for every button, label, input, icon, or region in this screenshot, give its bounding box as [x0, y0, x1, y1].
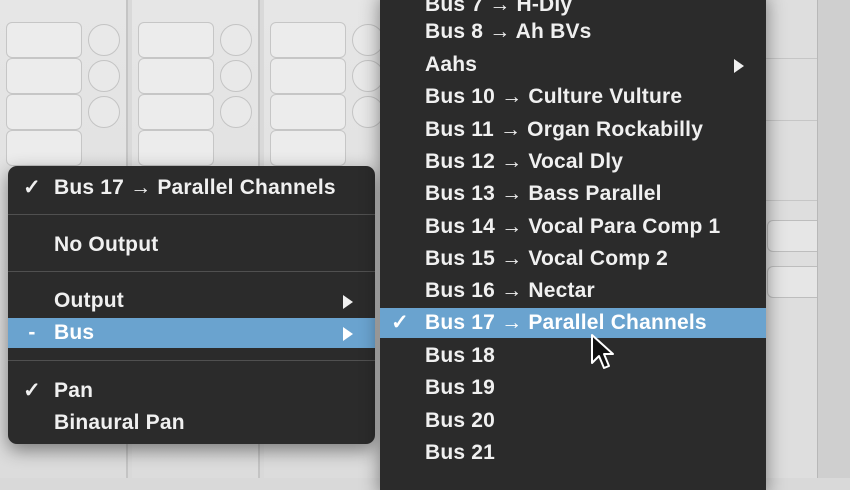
- menu-item-label: Bus 17 → Parallel Channels: [54, 176, 336, 199]
- menu-item-label: Bus 14 → Vocal Para Comp 1: [425, 215, 721, 238]
- output-context-menu: ✓ Bus 17 → Parallel Channels No Output O…: [8, 166, 375, 444]
- menu-item-no-output[interactable]: No Output: [8, 230, 375, 260]
- insert-slot[interactable]: [6, 58, 82, 94]
- right-panel: [760, 0, 850, 478]
- menu-item-label: Bus 20: [425, 409, 496, 432]
- bus-menu-item[interactable]: Bus 15 → Vocal Comp 2: [380, 244, 766, 274]
- mouse-pointer-icon: [591, 334, 614, 369]
- menu-item-label: Bus 11 → Organ Rockabilly: [425, 118, 704, 141]
- menu-item-label: Bus 15 → Vocal Comp 2: [425, 247, 669, 270]
- insert-slot[interactable]: [138, 94, 214, 130]
- bus-menu-item[interactable]: Bus 8 → Ah BVs: [380, 17, 766, 47]
- menu-item-label: Aahs: [425, 53, 478, 76]
- menu-item-label: Bus 21: [425, 441, 496, 464]
- insert-slot[interactable]: [138, 22, 214, 58]
- knob[interactable]: [220, 24, 252, 56]
- menu-item-label: Bus 13 → Bass Parallel: [425, 182, 662, 205]
- menu-item-current-bus[interactable]: ✓ Bus 17 → Parallel Channels: [8, 173, 375, 203]
- bus-submenu: Bus 7 → H-Dly Bus 8 → Ah BVs Aahs Bus 10…: [380, 0, 766, 490]
- menu-item-label: Output: [54, 289, 125, 312]
- bus-menu-item[interactable]: Bus 14 → Vocal Para Comp 1: [380, 212, 766, 242]
- insert-slot[interactable]: [138, 58, 214, 94]
- checkmark-icon: ✓: [391, 311, 409, 334]
- insert-slot[interactable]: [270, 22, 346, 58]
- bus-menu-item[interactable]: Bus 20: [380, 406, 766, 436]
- bus-menu-item-aahs[interactable]: Aahs: [380, 50, 766, 80]
- insert-slot[interactable]: [270, 130, 346, 166]
- knob[interactable]: [88, 96, 120, 128]
- bus-menu-item[interactable]: Bus 10 → Culture Vulture: [380, 82, 766, 112]
- checkmark-icon: ✓: [23, 176, 41, 199]
- insert-slot[interactable]: [270, 58, 346, 94]
- knob[interactable]: [88, 24, 120, 56]
- menu-separator: [8, 214, 375, 215]
- chevron-right-icon: [343, 295, 353, 309]
- menu-item-label: Bus 19: [425, 376, 496, 399]
- menu-separator: [8, 360, 375, 361]
- bus-menu-item[interactable]: Bus 12 → Vocal Dly: [380, 147, 766, 177]
- scroll-area: [817, 0, 850, 478]
- checkmark-icon: ✓: [23, 379, 41, 402]
- menu-item-label: Bus 18: [425, 344, 496, 367]
- menu-item-label: Bus 8 → Ah BVs: [425, 20, 592, 43]
- menu-item-bus[interactable]: - Bus: [8, 318, 375, 348]
- bus-menu-item[interactable]: Bus 18: [380, 341, 766, 371]
- insert-slot[interactable]: [270, 94, 346, 130]
- insert-slot[interactable]: [6, 94, 82, 130]
- menu-item-output[interactable]: Output: [8, 286, 375, 316]
- menu-item-label: No Output: [54, 233, 159, 256]
- menu-item-label: Bus 10 → Culture Vulture: [425, 85, 683, 108]
- menu-item-label: Bus 12 → Vocal Dly: [425, 150, 624, 173]
- bus-menu-item[interactable]: Bus 16 → Nectar: [380, 276, 766, 306]
- menu-separator: [8, 271, 375, 272]
- knob[interactable]: [88, 60, 120, 92]
- bus-menu-item[interactable]: Bus 19: [380, 373, 766, 403]
- menu-item-label: Pan: [54, 379, 94, 402]
- bus-menu-item[interactable]: Bus 13 → Bass Parallel: [380, 179, 766, 209]
- dash-indicator: -: [28, 321, 36, 344]
- menu-item-label: Bus 17 → Parallel Channels: [425, 311, 707, 334]
- insert-slot[interactable]: [138, 130, 214, 166]
- bus-menu-item[interactable]: Bus 11 → Organ Rockabilly: [380, 115, 766, 145]
- bus-menu-item[interactable]: Bus 21: [380, 438, 766, 468]
- knob[interactable]: [220, 60, 252, 92]
- bus-menu-item-selected[interactable]: ✓ Bus 17 → Parallel Channels: [380, 308, 766, 338]
- menu-item-pan[interactable]: ✓ Pan: [8, 376, 375, 406]
- menu-item-label: Binaural Pan: [54, 411, 185, 434]
- chevron-right-icon: [734, 59, 744, 73]
- menu-item-label: Bus: [54, 321, 95, 344]
- insert-slot[interactable]: [6, 130, 82, 166]
- chevron-right-icon: [343, 327, 353, 341]
- menu-item-binaural-pan[interactable]: Binaural Pan: [8, 408, 375, 438]
- insert-slot[interactable]: [6, 22, 82, 58]
- menu-item-label: Bus 16 → Nectar: [425, 279, 595, 302]
- knob[interactable]: [220, 96, 252, 128]
